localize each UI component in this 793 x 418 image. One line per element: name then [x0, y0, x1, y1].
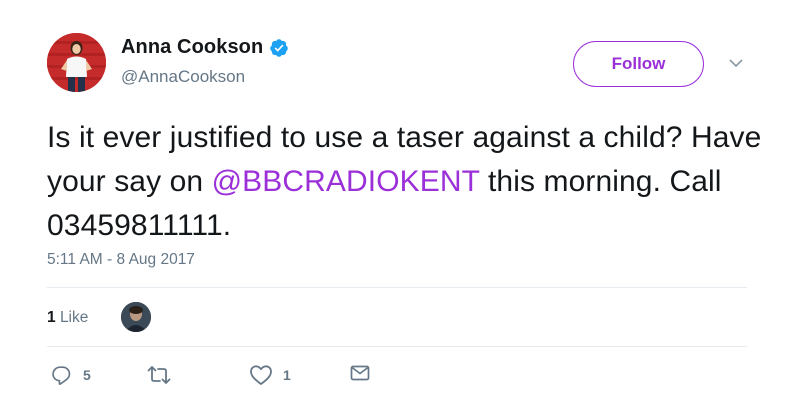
verified-badge-icon [269, 38, 289, 58]
follow-button[interactable]: Follow [573, 41, 704, 87]
tweet-timestamp[interactable]: 5:11 AM - 8 Aug 2017 [47, 251, 195, 269]
divider [47, 346, 747, 347]
liker-avatar[interactable] [121, 302, 151, 332]
likes-stat[interactable]: 1 Like [47, 309, 88, 327]
mention-link[interactable]: @BBCRADIOKENT [212, 165, 480, 198]
envelope-icon [350, 364, 370, 382]
author-handle[interactable]: @AnnaCookson [121, 67, 245, 87]
retweet-icon [147, 364, 171, 386]
author-name-row[interactable]: Anna Cookson [121, 36, 289, 59]
retweet-button[interactable] [147, 364, 171, 386]
divider [47, 287, 747, 288]
heart-icon [249, 364, 273, 386]
reply-icon [51, 364, 73, 386]
chevron-down-icon[interactable] [727, 56, 745, 70]
tweet-text: Is it ever justified to use a taser agai… [47, 116, 767, 248]
author-display-name[interactable]: Anna Cookson [121, 36, 263, 59]
direct-message-button[interactable] [350, 364, 370, 382]
reply-button[interactable]: 5 [51, 364, 91, 386]
reply-count: 5 [83, 367, 91, 383]
likes-stat-label: Like [59, 309, 89, 326]
like-button[interactable]: 1 [249, 364, 291, 386]
like-count: 1 [283, 367, 291, 383]
likes-stat-count: 1 [47, 309, 56, 326]
author-avatar[interactable] [47, 33, 106, 92]
